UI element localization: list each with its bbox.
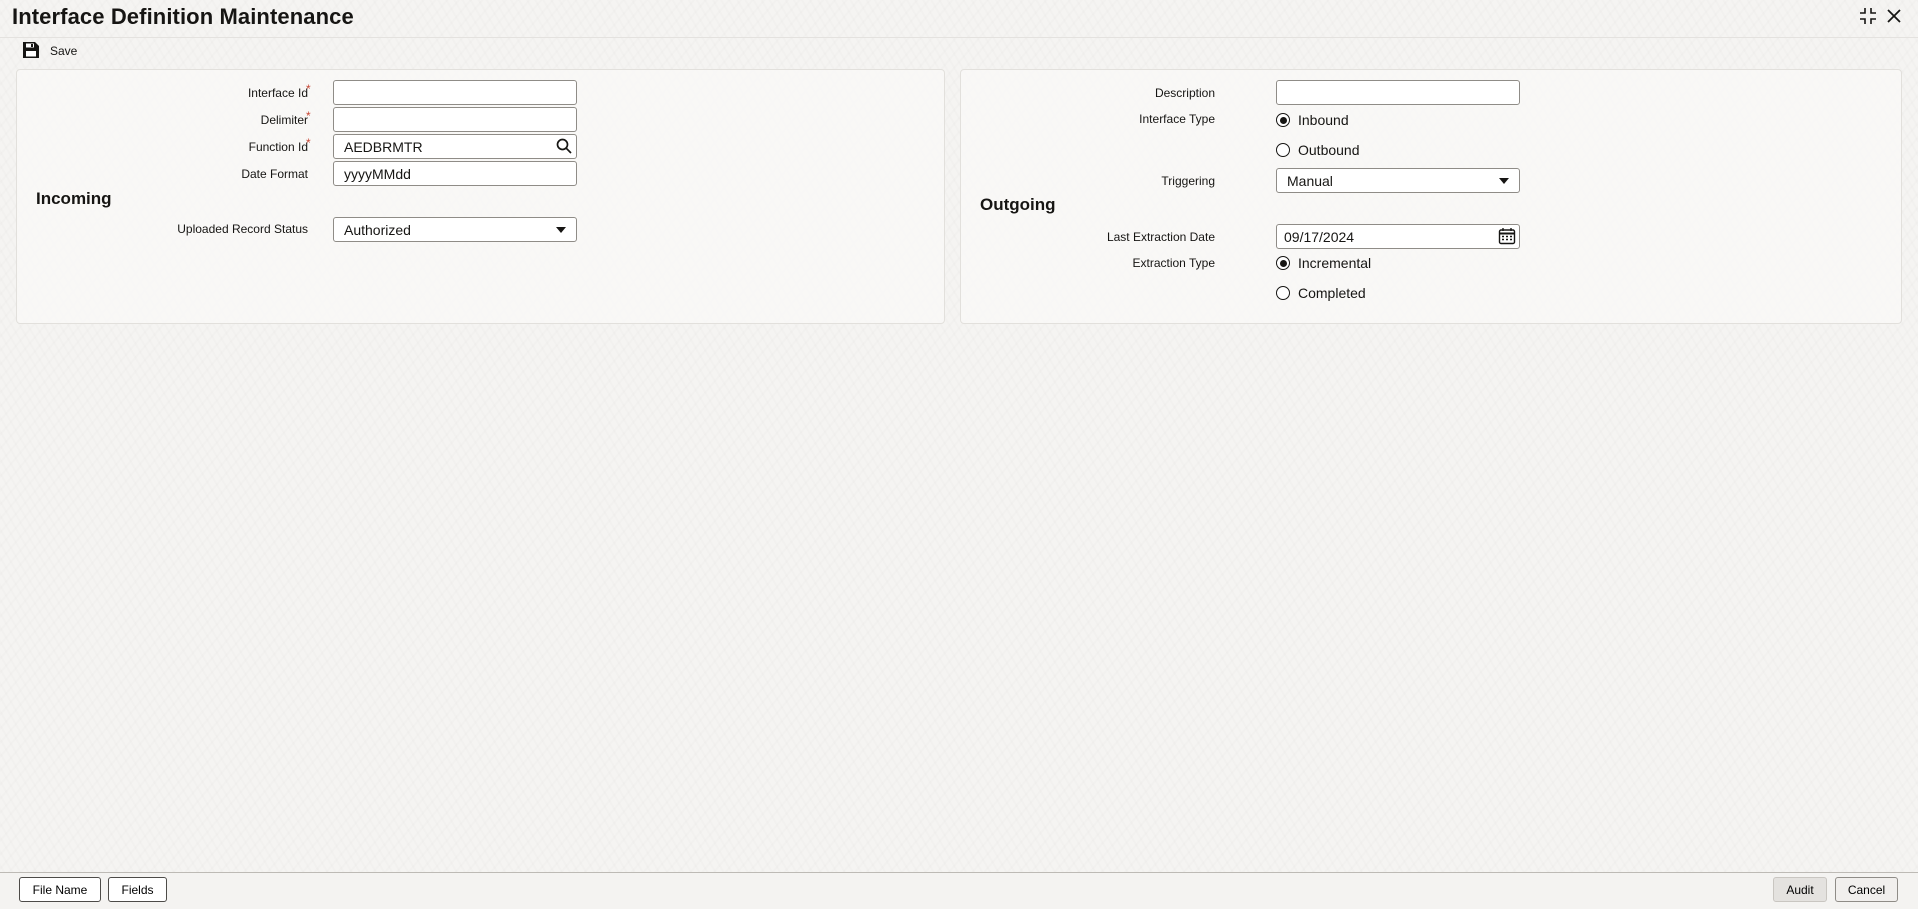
interface-id-input[interactable] bbox=[333, 80, 577, 105]
uploaded-record-status-select[interactable]: Authorized bbox=[333, 217, 577, 242]
required-marker: * bbox=[306, 109, 311, 123]
date-format-label: Date Format bbox=[241, 167, 308, 181]
description-input[interactable] bbox=[1276, 80, 1520, 105]
floppy-disk-icon bbox=[22, 41, 40, 62]
outbound-label: Outbound bbox=[1298, 142, 1360, 158]
function-id-label: Function Id bbox=[248, 140, 308, 154]
chevron-down-icon bbox=[556, 227, 566, 233]
radio-checked-icon bbox=[1276, 113, 1290, 127]
radio-unchecked-icon bbox=[1276, 286, 1290, 300]
triggering-select[interactable]: Manual bbox=[1276, 168, 1520, 193]
extraction-type-label: Extraction Type bbox=[1132, 256, 1216, 270]
title-divider bbox=[0, 37, 1918, 38]
extraction-type-completed-radio[interactable]: Completed bbox=[1276, 285, 1366, 301]
required-marker: * bbox=[306, 82, 311, 96]
uploaded-record-status-label: Uploaded Record Status bbox=[177, 222, 308, 236]
incoming-section-title: Incoming bbox=[36, 189, 112, 208]
last-extraction-date-label: Last Extraction Date bbox=[1106, 230, 1215, 244]
audit-button[interactable]: Audit bbox=[1773, 877, 1827, 902]
file-name-button[interactable]: File Name bbox=[19, 877, 101, 902]
completed-label: Completed bbox=[1298, 285, 1366, 301]
footer-bar: File Name Fields Audit Cancel bbox=[0, 873, 1918, 909]
last-extraction-date-input[interactable] bbox=[1276, 224, 1520, 249]
delimiter-label: Delimiter bbox=[260, 113, 308, 127]
interface-type-inbound-radio[interactable]: Inbound bbox=[1276, 112, 1349, 128]
search-icon[interactable] bbox=[553, 135, 575, 157]
cancel-button[interactable]: Cancel bbox=[1835, 877, 1898, 902]
radio-checked-icon bbox=[1276, 256, 1290, 270]
delimiter-input[interactable] bbox=[333, 107, 577, 132]
expand-icon[interactable] bbox=[1856, 4, 1880, 28]
description-label: Description bbox=[1154, 86, 1215, 100]
triggering-label: Triggering bbox=[1161, 174, 1215, 188]
title-bar: Interface Definition Maintenance bbox=[0, 0, 1918, 36]
date-format-input[interactable] bbox=[333, 161, 577, 186]
right-panel: Description Interface Type Inbound Outbo… bbox=[960, 69, 1902, 324]
chevron-down-icon bbox=[1499, 178, 1509, 184]
save-label: Save bbox=[50, 44, 78, 58]
triggering-value: Manual bbox=[1287, 173, 1333, 189]
save-button[interactable]: Save bbox=[22, 40, 77, 62]
incremental-label: Incremental bbox=[1298, 255, 1372, 271]
close-icon[interactable] bbox=[1882, 4, 1906, 28]
fields-button[interactable]: Fields bbox=[108, 877, 167, 902]
inbound-label: Inbound bbox=[1298, 112, 1349, 128]
outgoing-section-title: Outgoing bbox=[980, 195, 1056, 214]
function-id-input[interactable] bbox=[333, 134, 577, 159]
page-title: Interface Definition Maintenance bbox=[12, 4, 354, 29]
extraction-type-incremental-radio[interactable]: Incremental bbox=[1276, 255, 1371, 271]
interface-type-label: Interface Type bbox=[1139, 112, 1215, 126]
interface-id-label: Interface Id bbox=[247, 86, 308, 100]
left-panel: Interface Id * Delimiter * Function Id *… bbox=[16, 69, 945, 324]
calendar-icon[interactable] bbox=[1496, 225, 1518, 247]
required-marker: * bbox=[306, 136, 311, 150]
uploaded-record-status-value: Authorized bbox=[344, 222, 411, 238]
interface-type-outbound-radio[interactable]: Outbound bbox=[1276, 142, 1360, 158]
radio-unchecked-icon bbox=[1276, 143, 1290, 157]
